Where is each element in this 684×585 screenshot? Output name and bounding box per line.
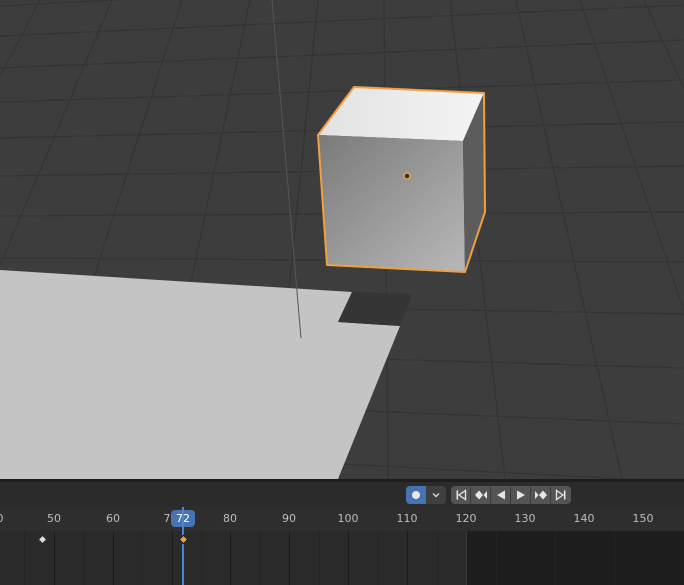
frame-label: 50	[47, 512, 61, 525]
frame-label: 90	[282, 512, 296, 525]
frame-label: 110	[396, 512, 418, 525]
keying-options-dropdown[interactable]	[426, 486, 446, 504]
gridline	[555, 531, 556, 585]
frame-label: 100	[337, 512, 359, 525]
keyframe-track[interactable]	[0, 531, 684, 585]
play-button[interactable]	[511, 486, 531, 504]
gridline	[319, 531, 320, 585]
gridline	[54, 531, 55, 585]
viewport-scene	[0, 0, 684, 479]
gridline	[348, 531, 349, 585]
frame-label: 140	[573, 512, 595, 525]
gridline	[643, 531, 644, 585]
frame-label: 7	[163, 512, 171, 525]
gridline	[289, 531, 290, 585]
gridline	[378, 531, 379, 585]
frame-label: 150	[632, 512, 654, 525]
timeline-header	[0, 482, 684, 507]
record-icon	[412, 491, 420, 499]
frame-ruler[interactable]: 0 50 60 7 80 90 100 110 120 130 140 150 …	[0, 507, 684, 531]
playback-controls	[451, 486, 571, 504]
chevron-down-icon	[432, 493, 440, 498]
object-origin-icon	[403, 172, 411, 180]
frame-label: 120	[455, 512, 477, 525]
out-of-range-region	[466, 531, 684, 585]
jump-to-previous-keyframe-button[interactable]	[471, 486, 491, 504]
gridline	[230, 531, 231, 585]
gridline	[525, 531, 526, 585]
frame-label: 130	[514, 512, 536, 525]
jump-to-next-keyframe-button[interactable]	[531, 486, 551, 504]
frame-label: 0	[0, 512, 4, 525]
gridline	[172, 531, 173, 585]
frame-label: 60	[106, 512, 120, 525]
gridline	[83, 531, 84, 585]
gridline	[407, 531, 408, 585]
jump-to-start-button[interactable]	[451, 486, 471, 504]
gridline	[614, 531, 615, 585]
3d-viewport[interactable]	[0, 0, 684, 479]
play-icon	[516, 490, 525, 500]
gridline	[113, 531, 114, 585]
auto-keying-group	[406, 486, 446, 504]
ground-plane	[0, 270, 400, 479]
jump-to-previous-keyframe-icon	[474, 490, 487, 500]
gridline	[496, 531, 497, 585]
jump-to-next-keyframe-icon	[534, 490, 547, 500]
playhead[interactable]	[182, 507, 184, 585]
gridline	[437, 531, 438, 585]
jump-to-start-icon	[456, 489, 466, 501]
play-reverse-icon	[496, 490, 505, 500]
frame-label: 80	[223, 512, 237, 525]
play-reverse-button[interactable]	[491, 486, 511, 504]
gridline	[584, 531, 585, 585]
jump-to-end-button[interactable]	[551, 486, 571, 504]
cube-object[interactable]	[317, 86, 486, 273]
gridline	[201, 531, 202, 585]
gridline	[260, 531, 261, 585]
gridline	[142, 531, 143, 585]
gridline	[24, 531, 25, 585]
end-frame-line	[466, 531, 467, 585]
jump-to-end-icon	[555, 489, 566, 501]
auto-keying-button[interactable]	[406, 486, 426, 504]
